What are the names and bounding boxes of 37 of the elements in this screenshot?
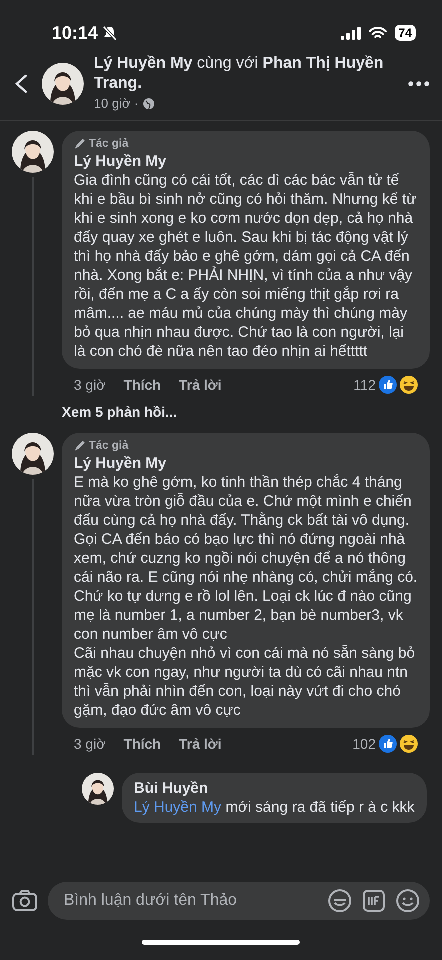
reply-link[interactable]: Trả lời — [179, 374, 222, 396]
comment-text: E mà ko ghê gớm, ko tinh thần thép chắc 4 tháng nữa vừa tròn giỗ đầu của e. Chứ một mình e chiến đấu cùng cả họ nhà đấy. Thằng ck bất tài vô dụng. Gọi CA đến báo có bạo lực thì nó đứng ngoài nhà xem, chứ cuzng ko ngồi nói chuyện để a nó thông cái não ra. E cũng nói nhẹ nhàng có, chửi mắng có. Chứ ko tự dưng e rồ lol lên. Loại ck lúc đ nào cũng mẹ là number 1, a number 2, bạn bè number3, vk con number âm vô cực Cãi nhau chuyện nhỏ vì con cái mà nó sẵn sàng bỏ mặc vk con ngay, như người ta dù có cãi nhau ntn thì vẫn phải nhìn đến con, loại này vứt đi cho chó gặm, đạo đức âm vô cực — [74, 472, 418, 720]
reply-text: Lý Huyền My mới sáng ra đã tiếp r à c kkk — [134, 798, 415, 816]
comment-input[interactable]: Bình luận dưới tên Thảo — [62, 888, 318, 914]
pen-icon — [74, 440, 86, 452]
view-replies-link[interactable]: Xem 5 phản hồi... — [12, 396, 430, 432]
home-indicator[interactable] — [142, 940, 300, 944]
reply-author[interactable]: Bùi Huyền — [134, 778, 415, 798]
bell-slash-icon — [102, 25, 118, 41]
pen-icon — [74, 138, 86, 150]
reaction-count: 102 — [352, 734, 376, 754]
post-title: Lý Huyền My cùng với Phan Thị Huyền Trang. — [94, 54, 385, 94]
comment-author[interactable]: Lý Huyền My — [74, 454, 418, 472]
like-reaction-icon — [379, 735, 397, 753]
emoji-icon[interactable] — [396, 889, 420, 913]
more-icon[interactable] — [408, 80, 430, 87]
comment-author[interactable]: Lý Huyền My — [74, 152, 418, 170]
avatar-sticker-icon[interactable] — [328, 889, 352, 913]
composer-bar[interactable]: Bình luận dưới tên Thảo — [48, 882, 430, 920]
wifi-icon — [368, 26, 387, 40]
camera-icon[interactable] — [12, 890, 38, 912]
author-label: Tác giả — [89, 136, 129, 152]
laughing-emoji-icon — [400, 376, 418, 394]
reply-link[interactable]: Trả lời — [179, 734, 222, 754]
reaction-count: 112 — [354, 376, 376, 394]
clock-time: 10:14 — [52, 22, 98, 44]
like-link[interactable]: Thích — [124, 734, 162, 754]
battery-indicator: 74 — [394, 25, 416, 41]
laughing-emoji-icon — [400, 735, 418, 753]
signal-icon — [340, 26, 361, 40]
post-time: 10 giờ · — [94, 95, 139, 113]
comment-text: Gia đình cũng có cái tốt, các dì các bác vẫn tử tế khi e bầu bì sinh nở cũng có hỏi thăm. Nhưng kể từ khi e sinh xong e ko cơm nước dọn dẹp, cả họ nhà đấy quay xe ghét e luôn. Sau khi bị tác động vật lý thì họ nhà đấy bảo e ghê gớm, dám gọi cả CA đến nhà. Xong bắt e: PHẢI NHỊN, vì tính của a như vậy rồi, đến mẹ a C a ấy còn soi miếng thịt gắp rơi ra mâm.... ae máu mủ của chúng mày thì chúng mày bỏ qua nhịn nhau được. Chứ tao là con người, lại là con chó đè nữa nên tao đéo nhịn ai hếttttt — [74, 170, 418, 360]
author-label: Tác giả — [89, 438, 129, 454]
like-reaction-icon — [379, 376, 397, 394]
comment-time: 3 giờ — [74, 376, 106, 395]
comment-time: 3 giờ — [74, 734, 106, 754]
like-link[interactable]: Thích — [124, 374, 162, 396]
